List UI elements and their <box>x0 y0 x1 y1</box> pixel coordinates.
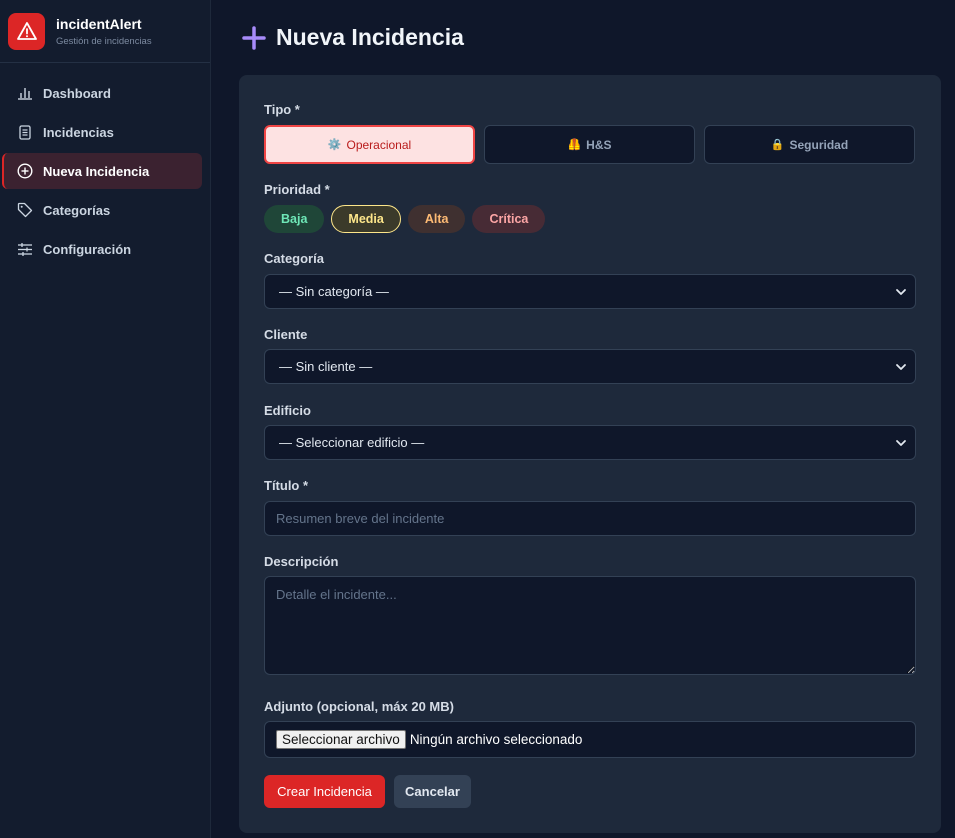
prioridad-media-button[interactable]: Media <box>331 205 401 233</box>
bar-chart-icon <box>16 84 34 102</box>
tipo-label-text: Operacional <box>346 137 412 152</box>
edificio-select[interactable]: — Seleccionar edificio — <box>264 425 916 460</box>
sidebar-item-label: Categorías <box>43 202 111 218</box>
sidebar-item-label: Configuración <box>43 241 132 257</box>
titulo-input[interactable] <box>264 501 916 536</box>
tag-icon <box>16 201 34 219</box>
edificio-value: — Seleccionar edificio — <box>279 435 425 450</box>
page-title: Nueva Incidencia <box>276 24 464 50</box>
tipo-label-text: H&S <box>586 137 612 152</box>
sidebar: incidentAlert Gestión de incidencias Das… <box>0 0 211 838</box>
plus-circle-icon <box>16 162 34 180</box>
sidebar-item-incidencias[interactable]: Incidencias <box>2 114 202 150</box>
main-content: Nueva Incidencia Tipo * ⚙️ Operacional 🦺… <box>211 0 955 838</box>
sidebar-item-configuracion[interactable]: Configuración <box>2 231 202 267</box>
safety-vest-icon: 🦺 <box>567 139 582 151</box>
brand-name: incidentAlert <box>56 15 142 32</box>
sidebar-nav: Dashboard Incidencias Nueva Incidencia C… <box>0 63 210 267</box>
cliente-label: Cliente <box>264 327 308 342</box>
categoria-label: Categoría <box>264 251 324 266</box>
sidebar-item-categorias[interactable]: Categorías <box>2 192 202 228</box>
edificio-label: Edificio <box>264 403 311 418</box>
cliente-value: — Sin cliente — <box>279 359 373 374</box>
sliders-icon <box>16 240 34 258</box>
tipo-label-text: Seguridad <box>789 137 849 152</box>
page-header: Nueva Incidencia <box>211 0 955 75</box>
gear-icon: ⚙️ <box>327 139 342 151</box>
brand-subtitle: Gestión de incidencias <box>56 35 152 47</box>
create-incident-button[interactable]: Crear Incidencia <box>264 775 385 808</box>
prioridad-critica-button[interactable]: Crítica <box>472 205 546 233</box>
incident-form: Tipo * ⚙️ Operacional 🦺 H&S 🔒 Seguridad … <box>239 75 941 833</box>
categoria-value: — Sin categoría — <box>279 284 389 299</box>
prioridad-options: Baja Media Alta Crítica <box>264 205 546 233</box>
tipo-seguridad-button[interactable]: 🔒 Seguridad <box>704 125 915 164</box>
chevron-down-icon <box>896 440 906 446</box>
prioridad-alta-button[interactable]: Alta <box>407 205 466 233</box>
categoria-select[interactable]: — Sin categoría — <box>264 274 916 309</box>
titulo-label: Título * <box>264 478 309 493</box>
select-file-button[interactable]: Seleccionar archivo <box>276 730 406 749</box>
lock-icon: 🔒 <box>770 139 785 151</box>
prioridad-baja-button[interactable]: Baja <box>264 205 325 233</box>
brand: incidentAlert Gestión de incidencias <box>0 0 210 63</box>
document-icon <box>16 123 34 141</box>
tipo-label: Tipo * <box>264 102 300 117</box>
sidebar-item-label: Incidencias <box>43 124 114 140</box>
cancel-button[interactable]: Cancelar <box>394 775 471 808</box>
adjunto-file-input: Seleccionar archivo Ningún archivo selec… <box>264 721 916 758</box>
plus-icon <box>242 25 266 50</box>
chevron-down-icon <box>896 289 906 295</box>
file-status: Ningún archivo seleccionado <box>409 732 583 747</box>
prioridad-label: Prioridad * <box>264 182 330 197</box>
tipo-hs-button[interactable]: 🦺 H&S <box>484 125 695 164</box>
chevron-down-icon <box>896 364 906 370</box>
adjunto-label: Adjunto (opcional, máx 20 MB) <box>264 699 454 714</box>
sidebar-item-nueva-incidencia[interactable]: Nueva Incidencia <box>2 153 202 189</box>
descripcion-textarea[interactable] <box>264 576 916 675</box>
warning-logo-icon <box>8 12 45 50</box>
cliente-select[interactable]: — Sin cliente — <box>264 349 916 384</box>
descripcion-label: Descripción <box>264 554 339 569</box>
tipo-options: ⚙️ Operacional 🦺 H&S 🔒 Seguridad <box>264 125 915 164</box>
tipo-operacional-button[interactable]: ⚙️ Operacional <box>264 125 475 164</box>
sidebar-item-dashboard[interactable]: Dashboard <box>2 75 202 111</box>
sidebar-item-label: Dashboard <box>43 85 111 101</box>
sidebar-item-label: Nueva Incidencia <box>43 163 150 179</box>
